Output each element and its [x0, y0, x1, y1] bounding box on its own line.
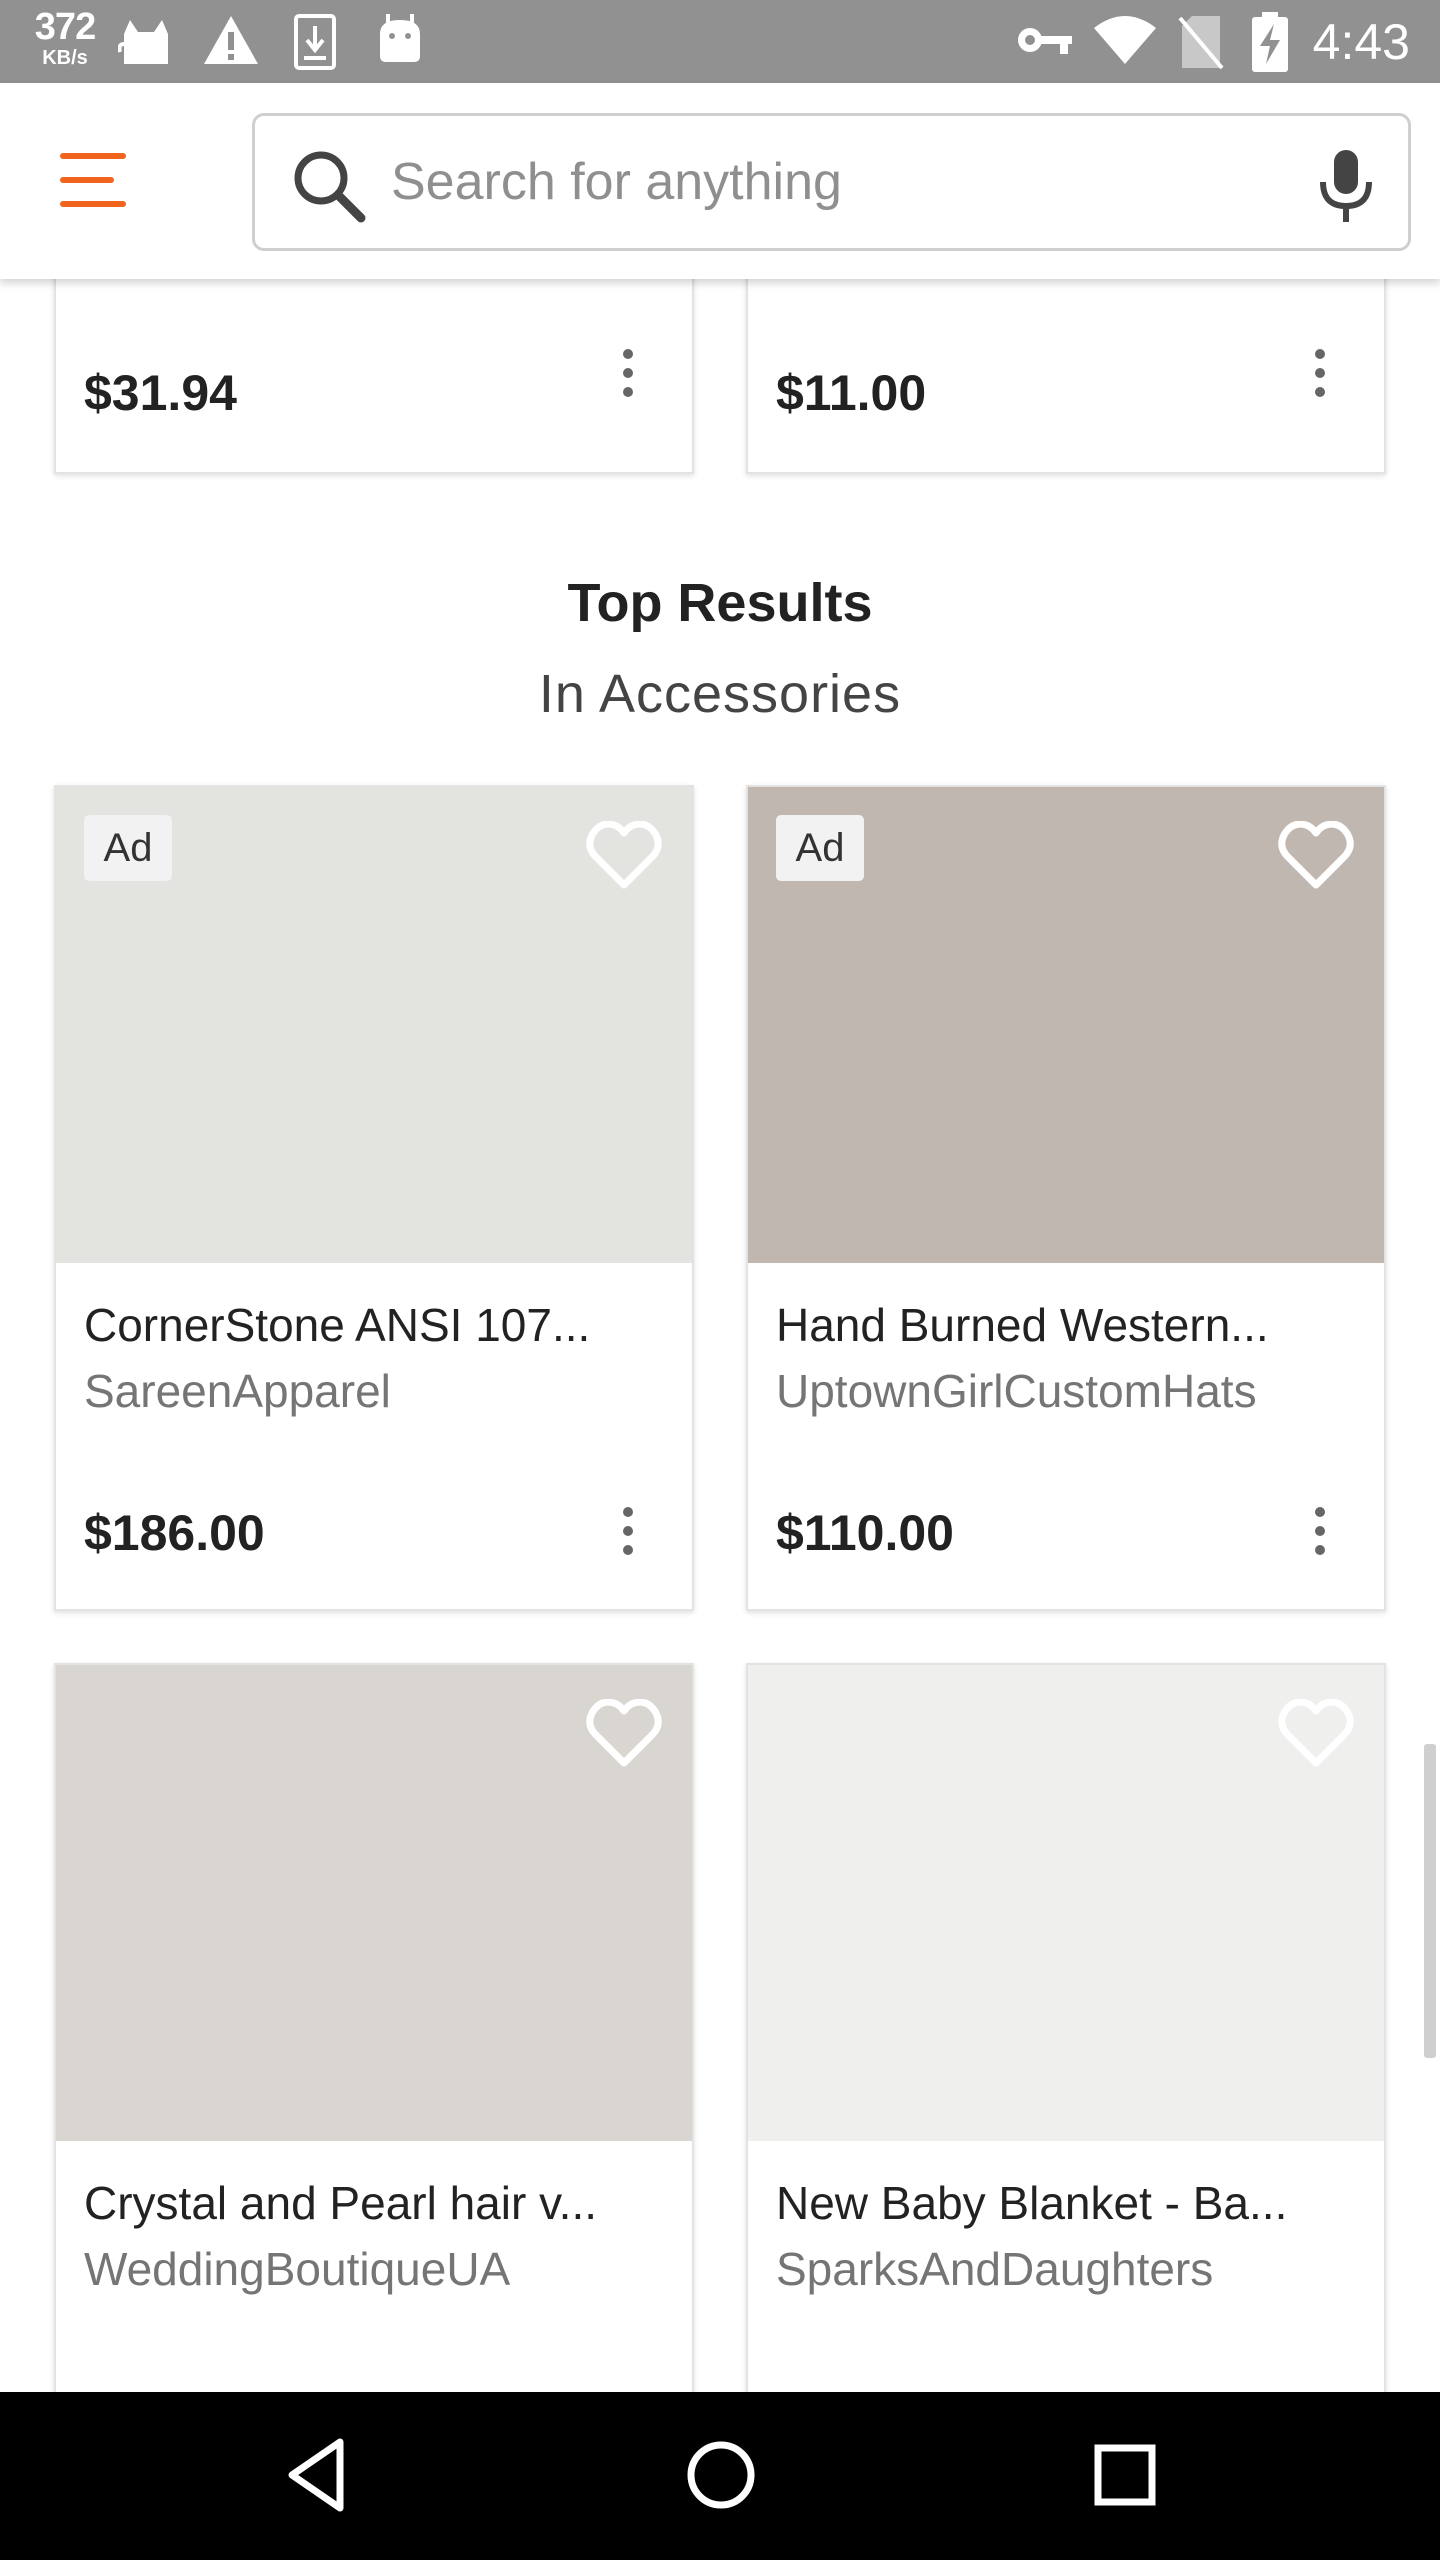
vpn-key-icon — [1016, 22, 1074, 63]
listing-title: New Baby Blanket - Ba... — [776, 2177, 1288, 2229]
network-speed-unit: KB/s — [42, 47, 88, 69]
listing-card[interactable]: $11.00 — [746, 279, 1386, 474]
network-speed-value: 372 — [34, 6, 96, 48]
wifi-icon — [1092, 14, 1158, 71]
more-options-icon[interactable] — [620, 347, 636, 399]
search-results[interactable]: $31.94 $11.00 Top Results In Accessories… — [0, 279, 1440, 2392]
hamburger-menu-icon[interactable] — [60, 153, 132, 209]
favorite-heart-icon[interactable] — [1278, 1698, 1354, 1774]
battery-charging-icon — [1252, 12, 1288, 77]
status-bar: 372 KB/s 4:43 — [0, 0, 1440, 83]
listing-title: Crystal and Pearl hair v... — [84, 2177, 598, 2229]
app-bar — [0, 83, 1440, 279]
listing-price: $110.00 — [776, 1505, 954, 1561]
ad-badge: Ad — [84, 815, 172, 881]
more-options-icon[interactable] — [1312, 347, 1328, 399]
listing-card[interactable]: Ad CornerStone ANSI 107... SareenApparel… — [54, 785, 694, 1611]
favorite-heart-icon[interactable] — [586, 820, 662, 896]
no-sim-icon — [1178, 14, 1224, 75]
section-title: Top Results — [567, 573, 873, 633]
back-triangle-icon[interactable] — [284, 2436, 348, 2519]
listing-card[interactable]: New Baby Blanket - Ba... SparksAndDaught… — [746, 1663, 1386, 2392]
download-icon — [294, 14, 336, 75]
listing-card[interactable]: Ad Hand Burned Western... UptownGirlCust… — [746, 785, 1386, 1611]
search-input[interactable] — [391, 144, 1271, 220]
listing-card[interactable]: Crystal and Pearl hair v... WeddingBouti… — [54, 1663, 694, 2392]
listing-title: CornerStone ANSI 107... — [84, 1299, 591, 1351]
search-icon — [291, 148, 367, 229]
more-options-icon[interactable] — [1312, 1505, 1328, 1557]
system-nav-bar — [0, 2392, 1440, 2560]
cat-icon — [117, 14, 174, 71]
search-bar[interactable] — [252, 113, 1411, 251]
shop-name: UptownGirlCustomHats — [776, 1365, 1257, 1417]
more-options-icon[interactable] — [620, 1505, 636, 1557]
ad-badge: Ad — [776, 815, 864, 881]
warning-icon — [202, 14, 260, 71]
scrollbar[interactable] — [1424, 1744, 1436, 2058]
clock: 4:43 — [1312, 14, 1410, 70]
microphone-icon[interactable] — [1315, 146, 1377, 231]
recents-square-icon[interactable] — [1094, 2436, 1156, 2519]
listing-title: Hand Burned Western... — [776, 1299, 1269, 1351]
listing-card[interactable]: $31.94 — [54, 279, 694, 474]
shop-name: WeddingBoutiqueUA — [84, 2243, 511, 2295]
listing-price: $11.00 — [776, 365, 927, 421]
network-speed: 372 KB/s — [30, 8, 100, 68]
home-circle-icon[interactable] — [686, 2436, 756, 2519]
android-icon — [376, 14, 424, 69]
listing-price: $31.94 — [84, 365, 237, 421]
listing-price: $186.00 — [84, 1505, 265, 1561]
section-subtitle: In Accessories — [538, 664, 902, 724]
favorite-heart-icon[interactable] — [1278, 820, 1354, 896]
favorite-heart-icon[interactable] — [586, 1698, 662, 1774]
shop-name: SparksAndDaughters — [776, 2243, 1214, 2295]
shop-name: SareenApparel — [84, 1365, 391, 1417]
